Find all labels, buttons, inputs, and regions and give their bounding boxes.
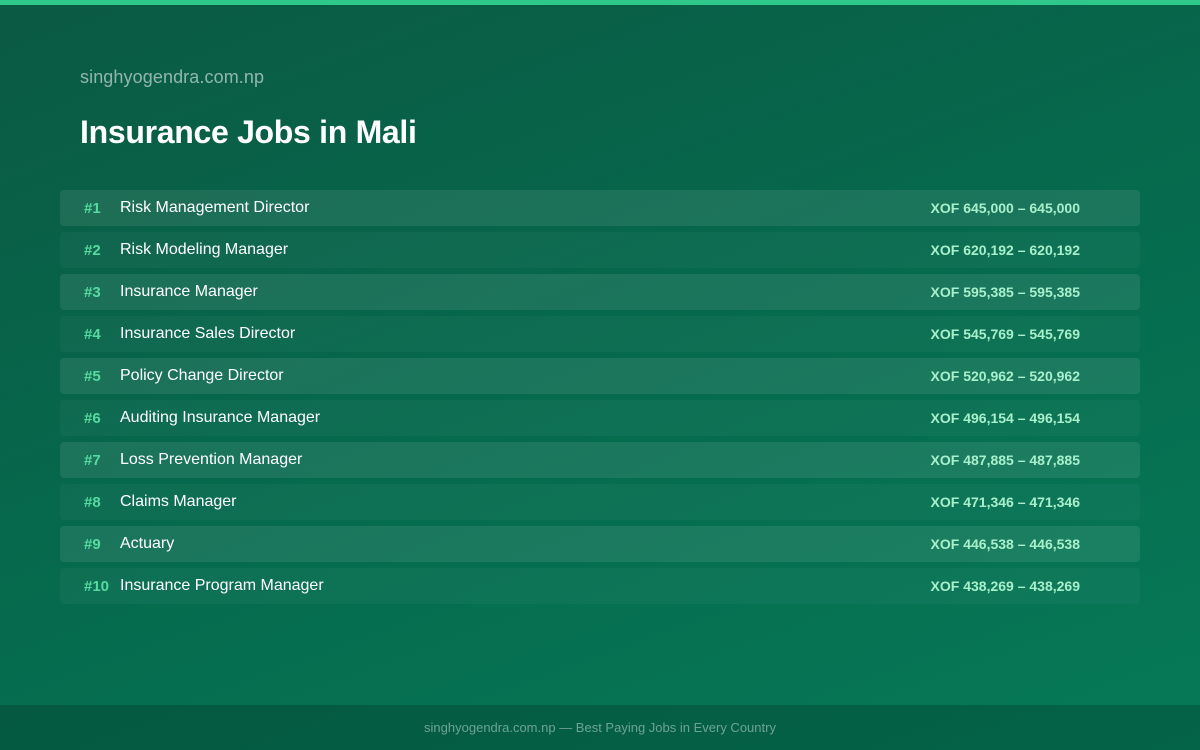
job-row-2: #2 Risk Modeling Manager XOF 620,192 – 6… bbox=[60, 232, 1140, 268]
job-row-10: #10 Insurance Program Manager XOF 438,26… bbox=[60, 568, 1140, 604]
job-salary: XOF 595,385 – 595,385 bbox=[930, 284, 1080, 300]
job-row-6: #6 Auditing Insurance Manager XOF 496,15… bbox=[60, 400, 1140, 436]
job-row-3: #3 Insurance Manager XOF 595,385 – 595,3… bbox=[60, 274, 1140, 310]
job-title: Claims Manager bbox=[120, 493, 237, 510]
job-row-4: #4 Insurance Sales Director XOF 545,769 … bbox=[60, 316, 1140, 352]
job-row-8: #8 Claims Manager XOF 471,346 – 471,346 bbox=[60, 484, 1140, 520]
site-name: singhyogendra.com.np bbox=[80, 67, 265, 87]
job-salary: XOF 545,769 – 545,769 bbox=[930, 326, 1080, 342]
job-salary: XOF 438,269 – 438,269 bbox=[930, 578, 1080, 594]
job-salary: XOF 645,000 – 645,000 bbox=[930, 200, 1080, 216]
job-title: Insurance Manager bbox=[120, 283, 258, 300]
job-salary: XOF 487,885 – 487,885 bbox=[930, 452, 1080, 468]
job-title: Risk Modeling Manager bbox=[120, 241, 289, 258]
job-rank: #10 bbox=[84, 577, 110, 595]
job-row-7: #7 Loss Prevention Manager XOF 487,885 –… bbox=[60, 442, 1140, 478]
page-title: Insurance Jobs in Mali bbox=[80, 114, 417, 150]
job-title: Auditing Insurance Manager bbox=[120, 409, 321, 426]
job-rank: #5 bbox=[84, 367, 101, 385]
job-title: Policy Change Director bbox=[120, 367, 284, 384]
job-rank: #8 bbox=[84, 493, 101, 511]
job-row-9: #9 Actuary XOF 446,538 – 446,538 bbox=[60, 526, 1140, 562]
job-salary: XOF 520,962 – 520,962 bbox=[930, 368, 1080, 384]
job-salary: XOF 446,538 – 446,538 bbox=[930, 536, 1080, 552]
footer-text: singhyogendra.com.np — Best Paying Jobs … bbox=[424, 720, 776, 735]
job-title: Loss Prevention Manager bbox=[120, 451, 303, 468]
job-title: Actuary bbox=[120, 535, 175, 552]
job-rank: #3 bbox=[84, 283, 101, 301]
job-rank: #6 bbox=[84, 409, 101, 427]
job-row-5: #5 Policy Change Director XOF 520,962 – … bbox=[60, 358, 1140, 394]
footer: singhyogendra.com.np — Best Paying Jobs … bbox=[0, 705, 1200, 750]
job-salary: XOF 471,346 – 471,346 bbox=[930, 494, 1080, 510]
job-salary: XOF 620,192 – 620,192 bbox=[930, 242, 1080, 258]
job-row-1: #1 Risk Management Director XOF 645,000 … bbox=[60, 190, 1140, 226]
job-list: #1 Risk Management Director XOF 645,000 … bbox=[60, 190, 1140, 610]
job-rank: #7 bbox=[84, 451, 101, 469]
job-salary: XOF 496,154 – 496,154 bbox=[930, 410, 1080, 426]
job-title: Risk Management Director bbox=[120, 199, 310, 216]
job-rank: #1 bbox=[84, 199, 101, 217]
job-title: Insurance Sales Director bbox=[120, 325, 296, 342]
job-rank: #9 bbox=[84, 535, 101, 553]
job-rank: #4 bbox=[84, 325, 101, 343]
job-title: Insurance Program Manager bbox=[120, 577, 324, 594]
top-accent-bar bbox=[0, 0, 1200, 5]
job-rank: #2 bbox=[84, 241, 101, 259]
